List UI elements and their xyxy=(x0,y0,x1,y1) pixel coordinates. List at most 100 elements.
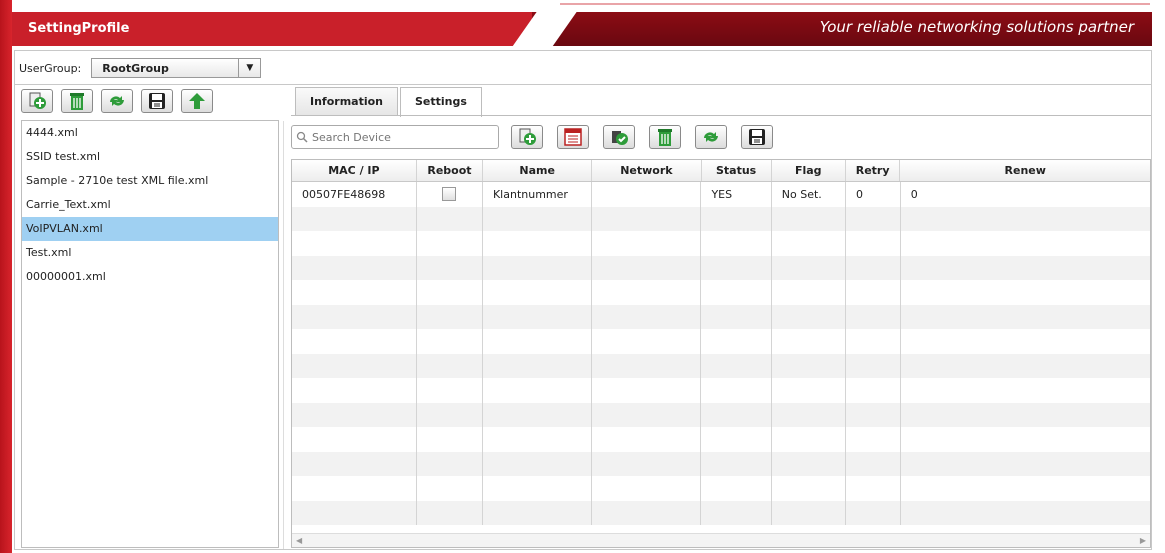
apply-icon xyxy=(612,131,628,145)
add-profile-button[interactable] xyxy=(21,89,53,113)
usergroup-select[interactable]: RootGroup ▼ xyxy=(91,58,262,78)
table-cell-status: YES xyxy=(701,182,772,207)
table-cell-reboot xyxy=(417,402,483,427)
list-item[interactable]: 4444.xml xyxy=(22,121,278,145)
table-cell-reboot xyxy=(417,206,483,231)
table-row[interactable] xyxy=(292,206,1150,231)
table-cell-flag xyxy=(772,353,846,378)
table-cell-status xyxy=(701,476,772,501)
table-row[interactable] xyxy=(292,353,1150,379)
profile-file-list: 4444.xml SSID test.xml Sample - 2710e test… xyxy=(21,120,279,548)
table-cell-flag: No Set. xyxy=(772,182,846,207)
table-row[interactable] xyxy=(292,304,1150,329)
table-cell-name xyxy=(483,476,593,501)
delete-profile-button[interactable] xyxy=(61,89,93,113)
table-cell-reboot xyxy=(417,378,483,403)
table-cell-flag xyxy=(772,427,846,452)
save-profile-button[interactable] xyxy=(141,89,173,113)
table-cell-status xyxy=(701,353,772,378)
table-cell-network xyxy=(592,280,702,305)
table-row[interactable] xyxy=(292,255,1150,281)
table-cell-retry xyxy=(846,476,901,501)
table-cell-network xyxy=(592,378,702,403)
table-row[interactable] xyxy=(292,280,1150,305)
column-header-retry[interactable]: Retry xyxy=(846,160,901,181)
table-cell-retry xyxy=(846,500,901,525)
column-header-status[interactable]: Status xyxy=(702,160,772,181)
table-cell-retry xyxy=(846,402,901,427)
column-header-renew[interactable]: Renew xyxy=(900,160,1150,181)
add-device-button[interactable] xyxy=(511,125,543,149)
column-header-reboot[interactable]: Reboot xyxy=(417,160,484,181)
table-cell-mac xyxy=(292,451,417,476)
tab-information[interactable]: Information xyxy=(295,87,398,115)
table-cell-mac xyxy=(292,500,417,525)
table-cell-mac xyxy=(292,402,417,427)
horizontal-scrollbar[interactable]: ◀ ▶ xyxy=(292,533,1150,547)
table-row[interactable] xyxy=(292,427,1150,452)
list-item[interactable]: SSID test.xml xyxy=(22,145,278,169)
table-cell-retry xyxy=(846,427,901,452)
table-cell-name xyxy=(483,353,593,378)
table-cell-retry xyxy=(846,451,901,476)
table-cell-renew xyxy=(901,354,1150,379)
search-icon xyxy=(296,131,308,143)
add-icon xyxy=(29,92,46,109)
table-row[interactable] xyxy=(292,451,1150,476)
table-cell-reboot xyxy=(417,476,483,501)
usergroup-bar: UserGroup: RootGroup ▼ xyxy=(19,55,262,81)
table-cell-renew xyxy=(901,256,1150,281)
delete-device-button[interactable] xyxy=(649,125,681,149)
list-item[interactable]: Carrie_Text.xml xyxy=(22,193,278,217)
table-cell-renew: 0 xyxy=(910,187,918,201)
table-row[interactable] xyxy=(292,402,1150,428)
tab-settings[interactable]: Settings xyxy=(400,87,482,117)
profile-toolbar xyxy=(21,89,213,113)
table-cell-name xyxy=(483,255,593,280)
table-row[interactable] xyxy=(292,476,1150,501)
app-window: SettingProfile Your reliable networking … xyxy=(0,0,1165,553)
table-cell-network xyxy=(592,182,702,207)
device-list-button[interactable] xyxy=(557,125,589,149)
table-cell-name xyxy=(483,378,593,403)
table-cell-renew xyxy=(901,378,1150,403)
list-item[interactable]: VoIPVLAN.xml xyxy=(22,217,278,241)
table-row[interactable] xyxy=(292,231,1150,256)
table-row[interactable] xyxy=(292,329,1150,354)
table-cell-mac xyxy=(292,378,417,403)
upload-profile-button[interactable] xyxy=(181,89,213,113)
table-cell-renew xyxy=(901,403,1150,428)
table-cell-reboot xyxy=(417,255,483,280)
table-cell-network xyxy=(592,304,702,329)
column-header-mac[interactable]: MAC / IP xyxy=(292,160,417,181)
reboot-checkbox[interactable] xyxy=(442,187,457,202)
table-row[interactable] xyxy=(292,378,1150,403)
table-cell-status xyxy=(701,451,772,476)
column-header-network[interactable]: Network xyxy=(592,160,702,181)
table-cell-reboot xyxy=(417,451,483,476)
table-cell-retry: 0 xyxy=(846,182,901,207)
refresh-device-button[interactable] xyxy=(695,125,727,149)
table-cell-renew xyxy=(901,427,1150,452)
list-item[interactable]: 00000001.xml xyxy=(22,265,278,289)
tagline: Your reliable networking solutions partn… xyxy=(819,18,1134,36)
scroll-left-icon[interactable]: ◀ xyxy=(296,536,302,545)
dropdown-arrow-icon[interactable]: ▼ xyxy=(238,59,260,77)
splitter[interactable] xyxy=(283,121,284,549)
refresh-profile-button[interactable] xyxy=(101,89,133,113)
column-header-name[interactable]: Name xyxy=(483,160,593,181)
save-device-button[interactable] xyxy=(741,125,773,149)
search-input[interactable] xyxy=(312,130,482,144)
column-header-flag[interactable]: Flag xyxy=(772,160,846,181)
list-item[interactable]: Sample - 2710e test XML file.xml xyxy=(22,169,278,193)
apply-device-button[interactable] xyxy=(603,125,635,149)
table-cell-flag xyxy=(772,451,846,476)
scroll-right-icon[interactable]: ▶ xyxy=(1140,536,1146,545)
table-row[interactable]: 00507FE48698 Klantnummer YES No Set. 0 0 xyxy=(292,182,1150,207)
table-cell-flag xyxy=(772,304,846,329)
table-cell-network xyxy=(592,427,702,452)
table-row[interactable] xyxy=(292,500,1150,525)
table-cell-status xyxy=(701,255,772,280)
table-cell-status xyxy=(701,304,772,329)
list-item[interactable]: Test.xml xyxy=(22,241,278,265)
